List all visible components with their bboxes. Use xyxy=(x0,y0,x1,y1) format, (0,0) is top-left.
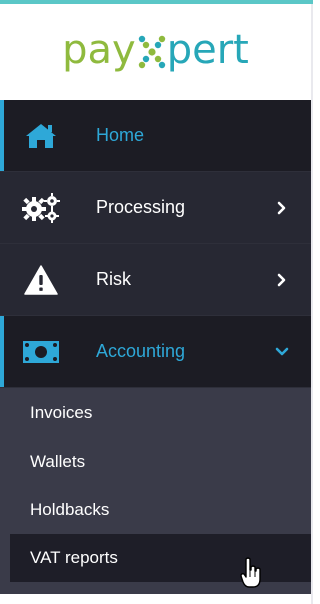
submenu-label-wallets: Wallets xyxy=(30,452,86,471)
money-icon xyxy=(22,337,60,367)
top-accent-bar xyxy=(0,0,313,4)
nav-item-home[interactable]: Home xyxy=(0,100,311,172)
submenu-item-invoices[interactable]: Invoices xyxy=(0,388,311,438)
gears-icon xyxy=(22,192,60,223)
main-nav: Home Processing Risk Accounting Invoices… xyxy=(0,100,311,594)
nav-label-risk: Risk xyxy=(96,269,131,289)
chevron-down-icon xyxy=(275,345,289,359)
nav-label-accounting: Accounting xyxy=(96,341,186,361)
paymentxpert-logo[interactable]: pay pert xyxy=(0,10,311,90)
sidebar: pay pert Home Processing Risk Accounting… xyxy=(0,0,313,604)
logo-wordmark: pay pert xyxy=(62,27,249,73)
submenu-item-vat-reports[interactable]: VAT reports xyxy=(10,534,311,582)
submenu-label-invoices: Invoices xyxy=(30,403,93,422)
accounting-submenu: Invoices Wallets Holdbacks VAT reports xyxy=(0,388,311,594)
submenu-item-holdbacks[interactable]: Holdbacks xyxy=(0,486,311,534)
nav-item-accounting[interactable]: Accounting xyxy=(0,316,311,388)
logo-text-pay: pay xyxy=(62,27,136,73)
nav-item-processing[interactable]: Processing xyxy=(0,172,311,244)
submenu-bottom-padding xyxy=(0,582,311,594)
nav-item-risk[interactable]: Risk xyxy=(0,244,311,316)
submenu-label-holdbacks: Holdbacks xyxy=(30,500,110,519)
logo-text-pert: pert xyxy=(166,27,249,73)
logo-x-mark-icon xyxy=(137,34,167,70)
home-icon xyxy=(22,121,60,151)
chevron-right-icon xyxy=(275,201,289,215)
chevron-right-icon xyxy=(275,273,289,287)
hand-pointer-cursor-icon xyxy=(240,557,262,589)
nav-label-home: Home xyxy=(96,125,145,145)
nav-label-processing: Processing xyxy=(96,197,186,217)
submenu-item-wallets[interactable]: Wallets xyxy=(0,438,311,486)
submenu-label-vat-reports: VAT reports xyxy=(30,548,118,567)
warning-icon xyxy=(22,264,60,295)
